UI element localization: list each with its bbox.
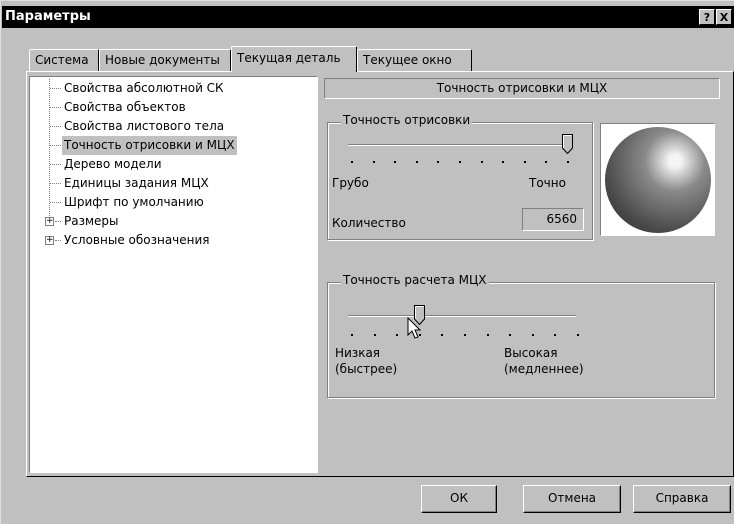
settings-tree[interactable]: Свойства абсолютной СК Свойства объектов С… bbox=[29, 76, 318, 473]
render-precision-title: Точность отрисовки bbox=[341, 113, 473, 127]
render-min-label: Грубо bbox=[332, 176, 369, 190]
title-bar[interactable]: Параметры ? X bbox=[2, 6, 734, 28]
tree-connector bbox=[50, 145, 61, 146]
mouse-cursor-icon bbox=[407, 317, 422, 339]
tree-connector bbox=[50, 164, 61, 165]
slider-tick bbox=[459, 161, 461, 163]
tree-connector bbox=[50, 107, 61, 108]
tab-current-part[interactable]: Текущая деталь bbox=[231, 46, 357, 72]
tree-item-label: Единицы задания МЦХ bbox=[64, 176, 209, 190]
tree-connector bbox=[55, 221, 61, 222]
cancel-button[interactable]: Отмена bbox=[523, 485, 621, 513]
mcx-precision-title: Точность расчета МЦХ bbox=[341, 273, 489, 287]
slider-tick bbox=[437, 161, 439, 163]
mcx-precision-track bbox=[348, 315, 576, 317]
slider-tick bbox=[532, 334, 534, 336]
tree-item-label: Свойства абсолютной СК bbox=[64, 81, 224, 95]
parameters-dialog: Параметры ? X Система Новые документы Те… bbox=[0, 0, 734, 524]
tree-item[interactable]: Шрифт по умолчанию bbox=[30, 193, 317, 212]
mcx-precision-group bbox=[327, 282, 715, 398]
tree-item-label: Условные обозначения bbox=[64, 233, 210, 247]
slider-tick bbox=[509, 334, 511, 336]
tree-connector bbox=[50, 183, 61, 184]
slider-tick bbox=[502, 161, 504, 163]
tree-vertical-connector bbox=[49, 79, 50, 220]
tree-item-label: Размеры bbox=[64, 214, 119, 228]
tree-item[interactable]: Свойства листового тела bbox=[30, 117, 317, 136]
tree-item-label: Свойства листового тела bbox=[64, 119, 225, 133]
slider-tick bbox=[487, 334, 489, 336]
tree-item[interactable]: Свойства абсолютной СК bbox=[30, 79, 317, 98]
tree-item-label: Точность отрисовки и МЦХ bbox=[62, 136, 237, 155]
tree-item[interactable]: Единицы задания МЦХ bbox=[30, 174, 317, 193]
slider-tick bbox=[351, 334, 353, 336]
slider-tick bbox=[545, 161, 547, 163]
help-button[interactable]: Справка bbox=[633, 485, 731, 513]
slider-tick bbox=[464, 334, 466, 336]
render-precision-slider[interactable] bbox=[562, 134, 573, 154]
slider-tick bbox=[374, 334, 376, 336]
slider-tick bbox=[577, 334, 579, 336]
slider-tick bbox=[351, 161, 353, 163]
tree-item-label: Свойства объектов bbox=[64, 100, 186, 114]
slider-tick bbox=[554, 334, 556, 336]
tab-system[interactable]: Система bbox=[29, 49, 99, 71]
tree-connector bbox=[55, 240, 61, 241]
render-max-label: Точно bbox=[529, 176, 566, 190]
tree-item[interactable]: Свойства объектов bbox=[30, 98, 317, 117]
tree-item[interactable]: + Размеры bbox=[30, 212, 317, 231]
slider-tick bbox=[396, 334, 398, 336]
tree-item[interactable]: + Условные обозначения bbox=[30, 231, 317, 250]
tree-item-label: Дерево модели bbox=[64, 157, 162, 171]
mcx-min-label: Низкая bbox=[335, 346, 381, 360]
tab-current-window[interactable]: Текущее окно bbox=[357, 49, 472, 71]
slider-tick bbox=[567, 161, 569, 163]
window-title: Параметры bbox=[5, 9, 91, 24]
help-icon[interactable]: ? bbox=[699, 9, 715, 25]
preview-box bbox=[600, 123, 715, 236]
expand-icon[interactable]: + bbox=[45, 236, 54, 245]
tree-connector bbox=[50, 88, 61, 89]
close-icon[interactable]: X bbox=[716, 9, 732, 25]
tree-connector bbox=[50, 126, 61, 127]
tree-item[interactable]: Дерево модели bbox=[30, 155, 317, 174]
section-header: Точность отрисовки и МЦХ bbox=[324, 78, 720, 99]
slider-tick bbox=[394, 161, 396, 163]
slider-tick bbox=[416, 161, 418, 163]
tab-new-documents[interactable]: Новые документы bbox=[99, 49, 231, 71]
slider-tick bbox=[373, 161, 375, 163]
tree-item[interactable]: Точность отрисовки и МЦХ bbox=[30, 136, 317, 155]
tree-connector bbox=[50, 202, 61, 203]
mcx-min-sublabel: (быстрее) bbox=[335, 362, 398, 376]
slider-tick bbox=[441, 334, 443, 336]
tree-item-label: Шрифт по умолчанию bbox=[64, 195, 204, 209]
count-value: 6560 bbox=[522, 208, 584, 231]
mcx-max-sublabel: (медленнее) bbox=[504, 362, 584, 376]
mcx-max-label: Высокая bbox=[504, 346, 558, 360]
sphere-preview-icon bbox=[605, 127, 711, 233]
slider-tick bbox=[481, 161, 483, 163]
count-label: Количество bbox=[332, 216, 406, 230]
ok-button[interactable]: ОК bbox=[421, 485, 497, 513]
render-precision-track bbox=[348, 144, 570, 146]
slider-tick bbox=[524, 161, 526, 163]
